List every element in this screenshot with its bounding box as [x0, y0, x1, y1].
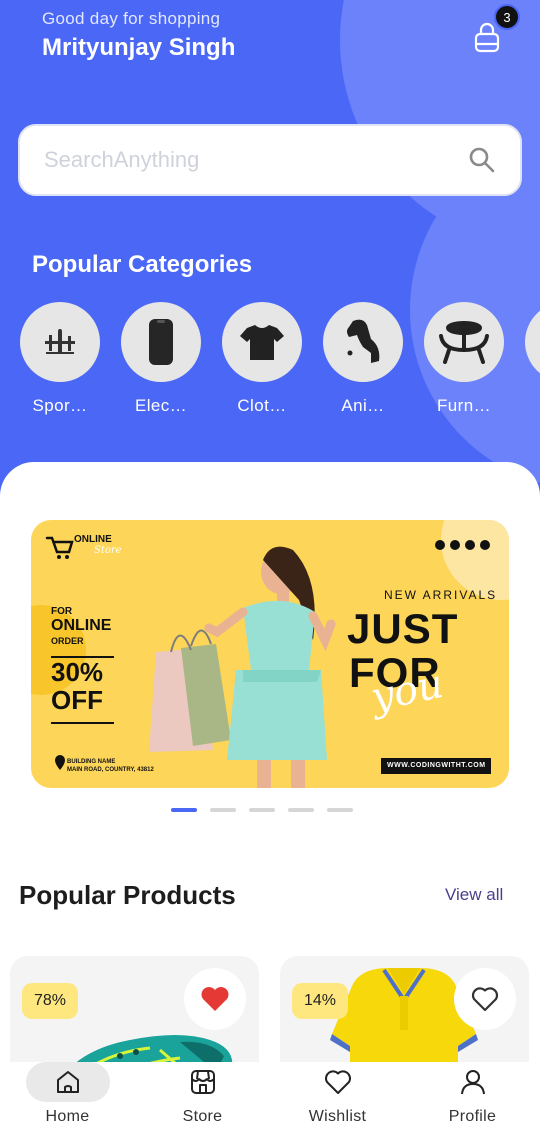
banner-store-name-2: Store [94, 545, 122, 556]
nav-home[interactable]: Home [0, 1062, 135, 1128]
dog-icon [347, 319, 380, 363]
nav-label: Store [182, 1108, 223, 1125]
nav-label: Home [45, 1108, 90, 1125]
favorite-button[interactable] [184, 968, 246, 1030]
nav-label: Profile [448, 1108, 497, 1125]
carousel-dot[interactable] [171, 808, 197, 812]
phone-icon [149, 319, 173, 365]
banner-store-name: ONLINE Store [74, 534, 122, 556]
search-icon[interactable] [468, 146, 496, 174]
category-label: Spor… [32, 396, 88, 415]
category-icon-circle [323, 302, 403, 382]
categories-list: Spor… Elec… Clot… Ani… Furn… [20, 302, 540, 422]
banner-for: FOR [51, 606, 73, 617]
home-icon [56, 1071, 79, 1093]
banner-order: ORDER [51, 636, 84, 646]
carousel-dot[interactable] [249, 808, 275, 812]
carousel-indicator [171, 808, 353, 812]
banner-just: JUST [347, 605, 459, 652]
category-icon-circle [222, 302, 302, 382]
table-icon [439, 321, 489, 364]
user-icon [460, 1070, 485, 1095]
category-icon-circle [525, 302, 540, 382]
cart-count-badge: 3 [494, 4, 520, 30]
banner-online: ONLINE [51, 617, 112, 634]
greeting-text: Good day for shopping [42, 9, 221, 28]
bottom-navigation: Home Store Wishlist Profile [0, 1062, 540, 1128]
banner-address-2: MAIN ROAD, COUNTRY, 43812 [67, 767, 154, 773]
category-label: Ani… [341, 396, 385, 415]
view-all-link[interactable]: View all [445, 885, 503, 905]
category-furniture[interactable]: Furn… [424, 302, 504, 422]
banner-store-name-1: ONLINE [74, 534, 112, 545]
category-clothing[interactable]: Clot… [222, 302, 302, 422]
category-label: Furn… [437, 396, 491, 415]
category-icon-circle [20, 302, 100, 382]
heart-filled-icon [201, 987, 229, 1011]
banner-website: WWW.CODINGWITHT.COM [387, 762, 486, 769]
heart-outline-icon [324, 1070, 351, 1094]
nav-store[interactable]: Store [135, 1062, 270, 1128]
banner-offer: FOR ONLINE ORDER 30% OFF [51, 606, 111, 713]
header-background [0, 0, 540, 500]
promo-banner[interactable]: ONLINE Store FOR ONLINE ORDER 30% OFF NE… [31, 520, 509, 788]
category-shoes[interactable]: S [525, 302, 540, 422]
category-label: Clot… [237, 396, 287, 415]
favorite-button[interactable] [454, 968, 516, 1030]
category-icon-circle [121, 302, 201, 382]
discount-badge: 14% [292, 983, 349, 1019]
search-input[interactable] [44, 147, 468, 173]
nav-highlight [25, 1062, 110, 1102]
search-bar[interactable] [18, 124, 522, 196]
carousel-dot[interactable] [210, 808, 236, 812]
sports-icon [45, 329, 75, 354]
categories-title: Popular Categories [32, 251, 253, 278]
category-label: Elec… [134, 396, 188, 415]
nav-highlight [431, 1062, 515, 1102]
heart-outline-icon [471, 987, 499, 1012]
nav-wishlist[interactable]: Wishlist [270, 1062, 405, 1128]
banner-new-arrivals: NEW ARRIVALS [384, 588, 498, 602]
carousel-dot[interactable] [327, 808, 353, 812]
store-icon [190, 1070, 215, 1094]
category-animals[interactable]: Ani… [323, 302, 403, 422]
nav-highlight [161, 1062, 245, 1102]
nav-profile[interactable]: Profile [405, 1062, 540, 1128]
discount-badge: 78% [22, 983, 79, 1019]
banner-address-1: BUILDING NAME [67, 759, 116, 765]
user-name: Mrityunjay Singh [42, 34, 236, 61]
carousel-dot[interactable] [288, 808, 314, 812]
category-sports[interactable]: Spor… [20, 302, 100, 422]
category-icon-circle [424, 302, 504, 382]
banner-address: BUILDING NAME MAIN ROAD, COUNTRY, 43812 [67, 758, 154, 774]
category-electronics[interactable]: Elec… [121, 302, 201, 422]
popular-products-title: Popular Products [19, 880, 236, 910]
banner-discount: 30% [51, 657, 104, 687]
tshirt-icon [240, 325, 284, 360]
banner-off: OFF [51, 685, 103, 715]
nav-highlight [296, 1062, 380, 1102]
nav-label: Wishlist [308, 1108, 367, 1125]
